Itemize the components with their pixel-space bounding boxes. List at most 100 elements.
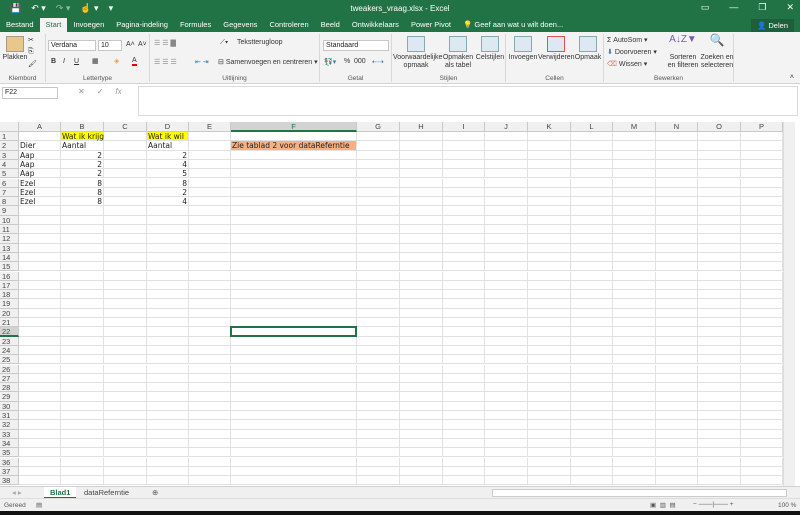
cell-B15[interactable]: [61, 262, 104, 272]
cell-D31[interactable]: [147, 411, 189, 421]
cell-K25[interactable]: [528, 355, 571, 365]
cell-C21[interactable]: [104, 318, 147, 328]
cell-P17[interactable]: [741, 280, 783, 291]
cell-A28[interactable]: [19, 383, 61, 393]
row-header-28[interactable]: 28: [0, 383, 19, 393]
cell-A20[interactable]: [19, 308, 61, 318]
cell-L8[interactable]: [571, 197, 613, 207]
cell-N36[interactable]: [656, 457, 698, 467]
cell-G15[interactable]: [357, 262, 400, 272]
cell-N34[interactable]: [656, 438, 698, 449]
cell-H32[interactable]: [400, 420, 443, 430]
cell-A16[interactable]: [19, 271, 61, 281]
cell-C8[interactable]: [104, 197, 147, 207]
row-header-4[interactable]: 4: [0, 159, 19, 170]
cell-A13[interactable]: [19, 243, 61, 253]
cell-H13[interactable]: [400, 243, 443, 253]
cell-J29[interactable]: [485, 392, 528, 402]
cell-I34[interactable]: [443, 438, 485, 449]
cell-F11[interactable]: [231, 225, 357, 235]
cell-G30[interactable]: [357, 401, 400, 411]
cell-O17[interactable]: [698, 280, 741, 291]
cell-N28[interactable]: [656, 383, 698, 393]
delete-cells-button[interactable]: Verwijderen: [538, 36, 575, 62]
cell-A38[interactable]: [19, 476, 61, 486]
cell-C35[interactable]: [104, 448, 147, 458]
insert-cells-button[interactable]: Invoegen: [508, 36, 538, 62]
cell-A37[interactable]: [19, 466, 61, 477]
cell-N26[interactable]: [656, 364, 698, 374]
cell-F7[interactable]: [231, 187, 357, 198]
borders-icon[interactable]: ▦: [92, 57, 99, 65]
cell-M29[interactable]: [613, 392, 656, 402]
row-header-16[interactable]: 16: [0, 271, 19, 281]
cell-B30[interactable]: [61, 401, 104, 411]
cell-D12[interactable]: [147, 234, 189, 244]
merge-center-button[interactable]: ⊟ Samenvoegen en centreren ▾: [218, 58, 318, 66]
cell-L22[interactable]: [571, 327, 613, 337]
cell-H2[interactable]: [400, 141, 443, 151]
cell-H21[interactable]: [400, 318, 443, 328]
cell-D15[interactable]: [147, 262, 189, 272]
cell-O31[interactable]: [698, 411, 741, 421]
cell-J31[interactable]: [485, 411, 528, 421]
cell-M38[interactable]: [613, 476, 656, 486]
cell-L29[interactable]: [571, 392, 613, 402]
cell-D26[interactable]: [147, 364, 189, 374]
cell-H33[interactable]: [400, 429, 443, 439]
cell-O27[interactable]: [698, 373, 741, 384]
cell-G5[interactable]: [357, 169, 400, 179]
cell-N31[interactable]: [656, 411, 698, 421]
cell-M5[interactable]: [613, 169, 656, 179]
cell-I33[interactable]: [443, 429, 485, 439]
tab-power pivot[interactable]: Power Pivot: [405, 18, 457, 32]
cell-N9[interactable]: [656, 206, 698, 216]
bold-button[interactable]: B: [51, 58, 56, 65]
cell-B27[interactable]: [61, 373, 104, 384]
cell-K20[interactable]: [528, 308, 571, 318]
cell-L26[interactable]: [571, 364, 613, 374]
cell-K32[interactable]: [528, 420, 571, 430]
cell-F16[interactable]: [231, 271, 357, 281]
cell-B23[interactable]: [61, 336, 104, 346]
cell-E17[interactable]: [189, 280, 231, 291]
cell-M28[interactable]: [613, 383, 656, 393]
cell-N25[interactable]: [656, 355, 698, 365]
cell-D38[interactable]: [147, 476, 189, 486]
cell-K37[interactable]: [528, 466, 571, 477]
cell-N16[interactable]: [656, 271, 698, 281]
cell-O6[interactable]: [698, 178, 741, 188]
cell-N3[interactable]: [656, 150, 698, 160]
wrap-text-button[interactable]: Tekstterugloop: [219, 39, 283, 46]
cell-B35[interactable]: [61, 448, 104, 458]
cell-D16[interactable]: [147, 271, 189, 281]
cell-A26[interactable]: [19, 364, 61, 374]
cell-L16[interactable]: [571, 271, 613, 281]
cell-A36[interactable]: [19, 457, 61, 467]
cell-L28[interactable]: [571, 383, 613, 393]
cell-C28[interactable]: [104, 383, 147, 393]
cell-N23[interactable]: [656, 336, 698, 346]
cell-G38[interactable]: [357, 476, 400, 486]
cell-E23[interactable]: [189, 336, 231, 346]
cell-O19[interactable]: [698, 299, 741, 309]
column-header-H[interactable]: H: [400, 122, 443, 132]
cell-G16[interactable]: [357, 271, 400, 281]
fill-color-icon[interactable]: ◈: [114, 57, 119, 65]
cell-C33[interactable]: [104, 429, 147, 439]
cell-O13[interactable]: [698, 243, 741, 253]
cell-F26[interactable]: [231, 364, 357, 374]
cell-P7[interactable]: [741, 187, 783, 198]
cell-H24[interactable]: [400, 345, 443, 356]
cell-O34[interactable]: [698, 438, 741, 449]
cell-C20[interactable]: [104, 308, 147, 318]
cell-A24[interactable]: [19, 345, 61, 356]
cell-B31[interactable]: [61, 411, 104, 421]
cell-I26[interactable]: [443, 364, 485, 374]
row-header-13[interactable]: 13: [0, 243, 19, 253]
cell-C34[interactable]: [104, 438, 147, 449]
cell-I36[interactable]: [443, 457, 485, 467]
cell-I9[interactable]: [443, 206, 485, 216]
cell-L17[interactable]: [571, 280, 613, 291]
cell-B16[interactable]: [61, 271, 104, 281]
